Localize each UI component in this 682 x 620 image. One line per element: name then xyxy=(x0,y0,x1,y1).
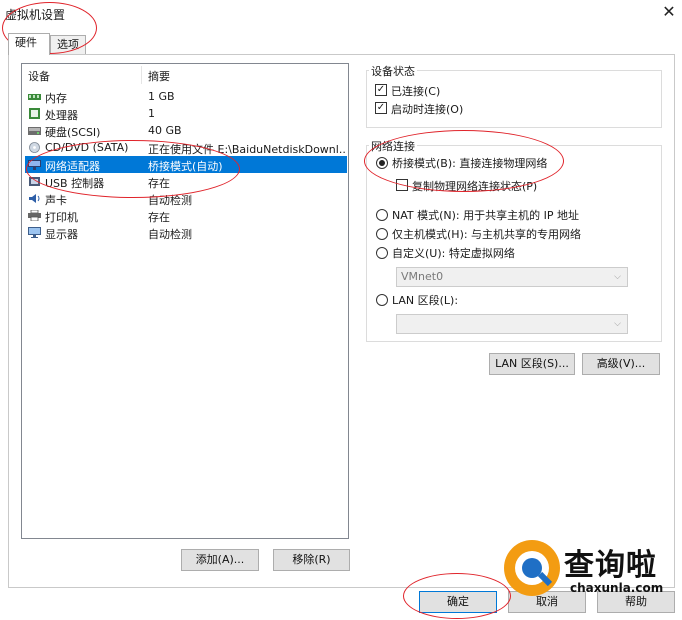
connected-label[interactable]: 已连接(C) xyxy=(391,83,440,99)
device-name: CD/DVD (SATA) xyxy=(45,141,129,154)
watermark-logo-icon xyxy=(504,540,560,596)
device-name: 硬盘(SCSI) xyxy=(45,126,101,139)
replicate-state-label[interactable]: 复制物理网络连接状态(P) xyxy=(412,178,537,194)
device-summary: 1 GB xyxy=(148,90,175,103)
bridged-label[interactable]: 桥接模式(B): 直接连接物理网络 xyxy=(392,155,547,171)
device-name: 处理器 xyxy=(45,109,78,122)
connected-checkbox[interactable]: ✓ xyxy=(375,84,387,96)
custom-label[interactable]: 自定义(U): 特定虚拟网络 xyxy=(392,245,515,261)
device-summary: 正在使用文件 E:\BaiduNetdiskDownl... xyxy=(148,143,345,156)
nat-label[interactable]: NAT 模式(N): 用于共享主机的 IP 地址 xyxy=(392,207,579,223)
usb-icon xyxy=(29,177,40,186)
sound-card-icon xyxy=(29,194,40,203)
network-adapter-icon xyxy=(28,160,41,170)
nat-radio[interactable] xyxy=(376,209,388,221)
watermark-text: 查询啦 xyxy=(564,548,657,583)
remove-button[interactable]: 移除(R) xyxy=(273,549,350,571)
network-connection-title: 网络连接 xyxy=(369,138,417,154)
device-row-cd-dvd[interactable]: CD/DVD (SATA) 正在使用文件 E:\BaiduNetdiskDown… xyxy=(25,139,347,156)
device-summary: 40 GB xyxy=(148,124,182,137)
device-summary: 存在 xyxy=(148,211,170,224)
connect-at-power-on-label[interactable]: 启动时连接(O) xyxy=(391,101,463,117)
tab-hardware[interactable]: 硬件 xyxy=(8,33,50,55)
device-summary: 自动检测 xyxy=(148,228,192,241)
device-list[interactable]: 设备 摘要 内存 1 GB 处理器 1 硬盘(SCSI) 40 GB CD/DV… xyxy=(21,63,349,539)
device-name: 内存 xyxy=(45,92,67,105)
chevron-down-icon: ⌵ xyxy=(614,272,621,282)
device-name: USB 控制器 xyxy=(45,177,105,190)
device-status-title: 设备状态 xyxy=(369,63,417,79)
printer-icon xyxy=(28,210,41,221)
bridged-radio[interactable] xyxy=(376,157,388,169)
device-summary: 桥接模式(自动) xyxy=(148,160,223,173)
header-divider[interactable] xyxy=(141,66,142,84)
window-title: 虚拟机设置 xyxy=(5,8,66,22)
device-name: 显示器 xyxy=(45,228,78,241)
device-name: 网络适配器 xyxy=(45,160,100,173)
connect-at-power-on-checkbox[interactable]: ✓ xyxy=(375,102,387,114)
device-name: 声卡 xyxy=(45,194,67,207)
chevron-down-icon: ⌵ xyxy=(614,319,621,329)
device-summary: 1 xyxy=(148,107,155,120)
custom-network-select[interactable]: VMnet0 ⌵ xyxy=(396,267,628,287)
device-row-sound-card[interactable]: 声卡 自动检测 xyxy=(25,190,347,207)
device-row-printer[interactable]: 打印机 存在 xyxy=(25,207,347,224)
watermark-url: chaxunla.com xyxy=(570,581,664,595)
close-icon: ✕ xyxy=(662,2,676,21)
device-row-display[interactable]: 显示器 自动检测 xyxy=(25,224,347,241)
close-button[interactable]: ✕ xyxy=(660,3,678,21)
device-summary: 自动检测 xyxy=(148,194,192,207)
advanced-button[interactable]: 高级(V)... xyxy=(582,353,660,375)
lan-segment-label[interactable]: LAN 区段(L): xyxy=(392,292,458,308)
custom-radio[interactable] xyxy=(376,247,388,259)
host-only-label[interactable]: 仅主机模式(H): 与主机共享的专用网络 xyxy=(392,226,581,242)
device-name: 打印机 xyxy=(45,211,78,224)
device-row-processor[interactable]: 处理器 1 xyxy=(25,105,347,122)
device-row-hard-disk[interactable]: 硬盘(SCSI) 40 GB xyxy=(25,122,347,139)
watermark: 查询啦 chaxunla.com xyxy=(504,538,680,602)
hard-disk-icon xyxy=(28,127,41,135)
device-row-memory[interactable]: 内存 1 GB xyxy=(25,88,347,105)
device-summary: 存在 xyxy=(148,177,170,190)
memory-icon xyxy=(28,94,41,100)
custom-network-value: VMnet0 xyxy=(401,270,444,283)
monitor-icon xyxy=(28,227,41,238)
lan-segments-button[interactable]: LAN 区段(S)... xyxy=(489,353,575,375)
add-button[interactable]: 添加(A)... xyxy=(181,549,259,571)
lan-segment-radio[interactable] xyxy=(376,294,388,306)
device-row-usb-controller[interactable]: USB 控制器 存在 xyxy=(25,173,347,190)
title-bar xyxy=(0,0,682,26)
ok-button[interactable]: 确定 xyxy=(419,591,497,613)
lan-segment-select[interactable]: ⌵ xyxy=(396,314,628,334)
header-device[interactable]: 设备 xyxy=(28,68,50,84)
tab-options[interactable]: 选项 xyxy=(50,35,86,55)
device-row-network-adapter[interactable]: 网络适配器 桥接模式(自动) xyxy=(25,156,347,173)
network-connection-group xyxy=(366,145,662,342)
host-only-radio[interactable] xyxy=(376,228,388,240)
cpu-icon xyxy=(29,108,40,119)
cd-dvd-icon xyxy=(29,142,40,153)
header-summary[interactable]: 摘要 xyxy=(148,68,170,84)
replicate-state-checkbox[interactable] xyxy=(396,179,408,191)
